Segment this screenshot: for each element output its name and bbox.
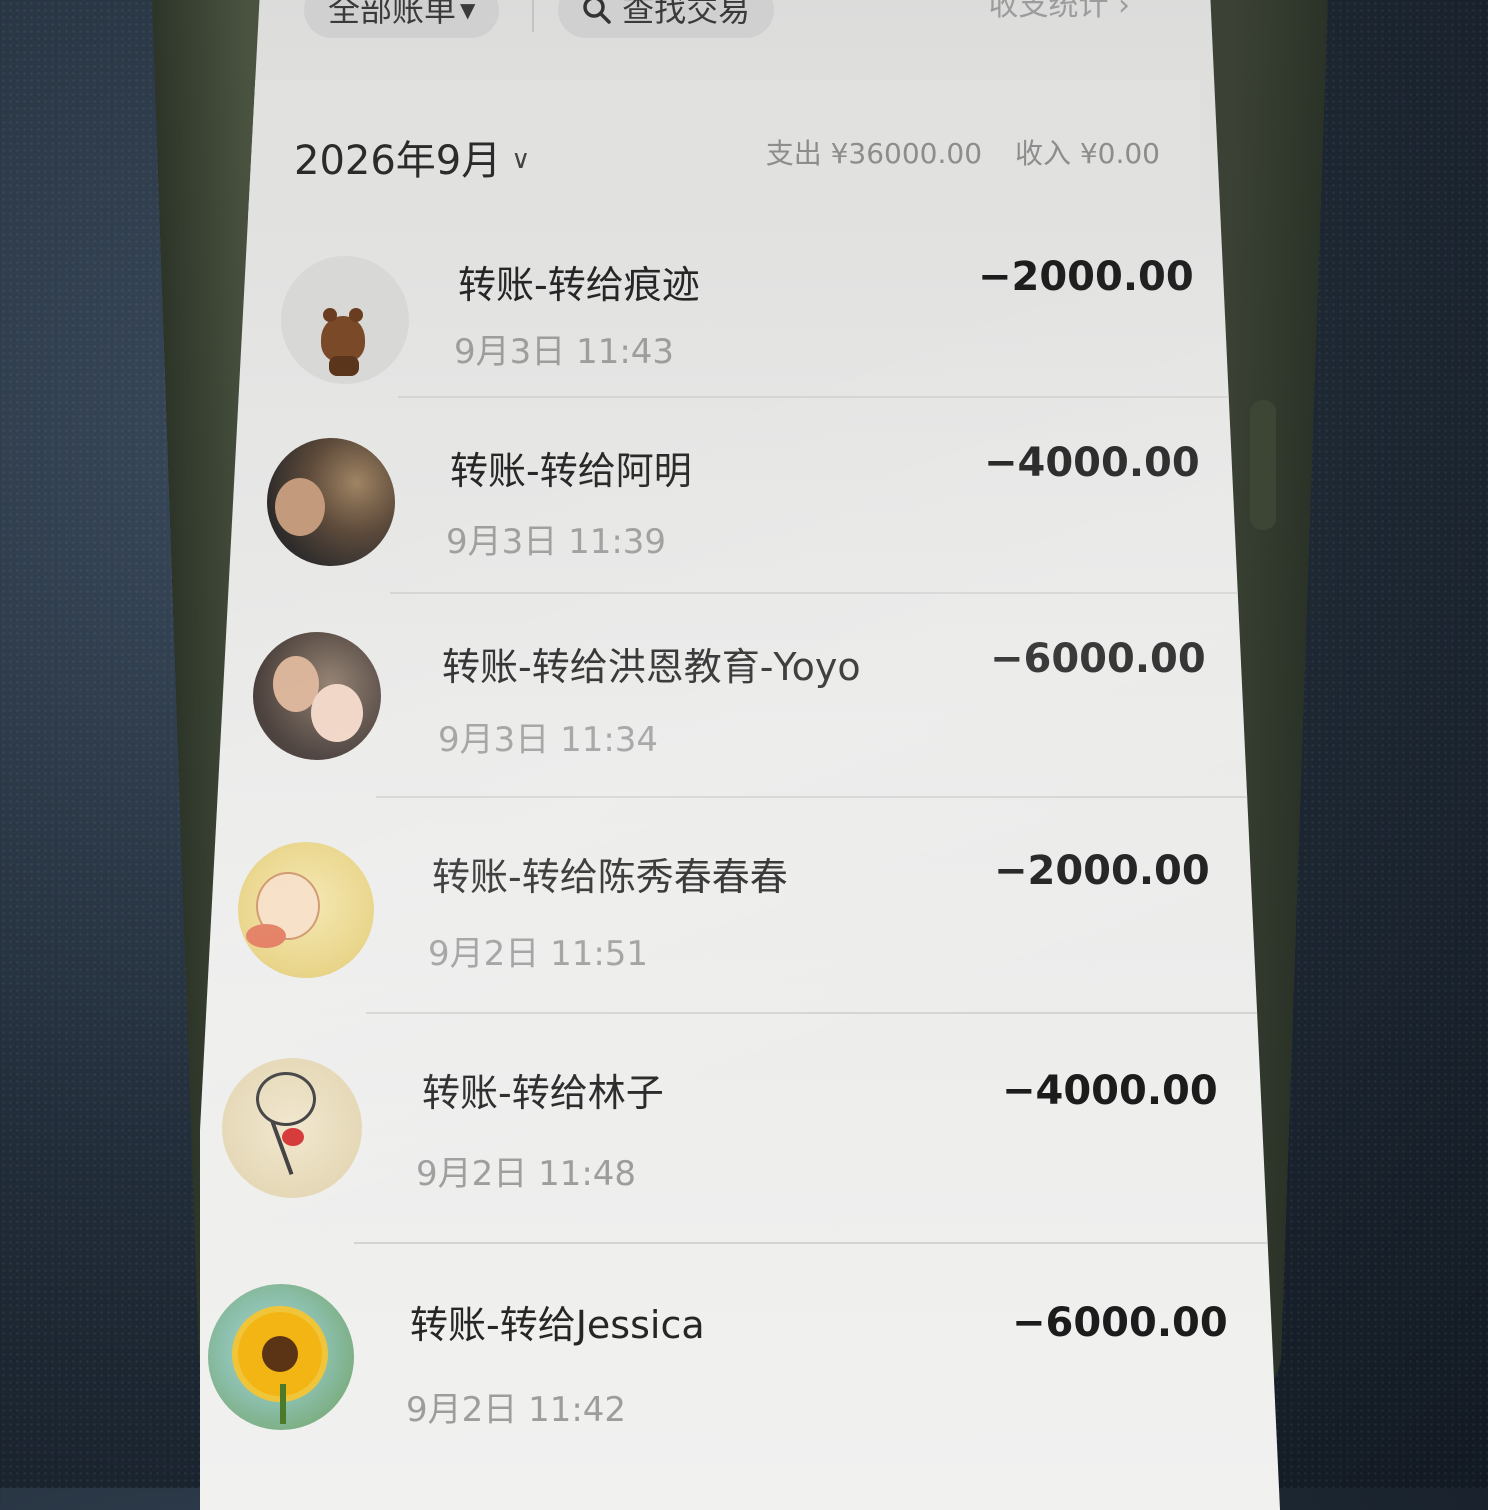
- transaction-amount: −4000.00: [1002, 1068, 1218, 1114]
- sketch-avatar: [222, 1058, 362, 1198]
- transaction-row[interactable]: 转账-转给陈秀春春春 9月2日 11:51 −2000.00: [210, 798, 1280, 1014]
- search-icon: [582, 0, 622, 29]
- top-bar: 全部账单 ▼ 查找交易 收支统计 ›: [300, 0, 1180, 50]
- transaction-time: 9月3日 11:39: [446, 522, 667, 562]
- transaction-time: 9月3日 11:34: [438, 720, 659, 760]
- transaction-amount: −4000.00: [984, 440, 1200, 486]
- transaction-row[interactable]: 转账-转给Jessica 9月2日 11:42 −6000.00: [200, 1244, 1280, 1484]
- month-income-total: 收入 ¥0.00: [1014, 137, 1160, 170]
- sunflower-avatar: [208, 1284, 354, 1430]
- month-label: 2026年9月: [294, 138, 502, 184]
- stats-label: 收支统计: [988, 0, 1109, 23]
- month-header: 2026年9月 ∨ 支出 ¥36000.00 收入 ¥0.00: [240, 80, 1200, 218]
- transaction-title: 转账-转给洪恩教育-Yoyo: [442, 645, 861, 689]
- transaction-row[interactable]: 转账-转给林子 9月2日 11:48 −4000.00: [200, 1014, 1280, 1244]
- transaction-amount: −2000.00: [994, 848, 1210, 894]
- transaction-amount: −2000.00: [978, 254, 1194, 300]
- all-bills-filter-button[interactable]: 全部账单 ▼: [304, 0, 500, 38]
- divider: [532, 0, 534, 32]
- transaction-time: 9月2日 11:51: [428, 934, 649, 974]
- all-bills-label: 全部账单: [328, 0, 457, 29]
- chevron-down-icon: ∨: [511, 145, 531, 175]
- phone-side-button: [1250, 400, 1276, 530]
- man-avatar: [267, 438, 395, 566]
- search-label: 查找交易: [622, 0, 751, 29]
- dropdown-caret-icon: ▼: [460, 0, 476, 22]
- search-transactions-button[interactable]: 查找交易: [558, 0, 775, 38]
- cartoon-avatar: [238, 842, 374, 978]
- transaction-title: 转账-转给陈秀春春春: [432, 855, 788, 899]
- transaction-title: 转账-转给阿明: [450, 449, 692, 493]
- month-selector[interactable]: 2026年9月 ∨: [294, 128, 530, 186]
- transaction-time: 9月2日 11:48: [416, 1154, 637, 1194]
- transaction-time: 9月2日 11:42: [406, 1390, 627, 1430]
- transaction-title: 转账-转给林子: [422, 1071, 664, 1115]
- income-expense-stats-link[interactable]: 收支统计 ›: [988, 0, 1130, 24]
- bear-avatar: [281, 256, 409, 384]
- transaction-amount: −6000.00: [1012, 1300, 1228, 1346]
- transaction-title: 转账-转给Jessica: [410, 1303, 705, 1347]
- transaction-row[interactable]: 转账-转给洪恩教育-Yoyo 9月3日 11:34 −6000.00: [220, 594, 1280, 798]
- mother-child-avatar: [253, 632, 381, 760]
- month-expense-total: 支出 ¥36000.00: [765, 137, 983, 170]
- month-summary: 支出 ¥36000.00 收入 ¥0.00: [742, 132, 1160, 172]
- transaction-title: 转账-转给痕迹: [458, 263, 700, 307]
- transaction-row[interactable]: 转账-转给阿明 9月3日 11:39 −4000.00: [230, 398, 1280, 594]
- transaction-amount: −6000.00: [990, 636, 1206, 682]
- phone-screen: 全部账单 ▼ 查找交易 收支统计 › 2026年9月 ∨ 支出 ¥36000.00 …: [200, 0, 1280, 1510]
- transaction-row[interactable]: 转账-转给痕迹 9月3日 11:43 −2000.00: [240, 218, 1280, 398]
- transaction-time: 9月3日 11:43: [454, 332, 675, 372]
- chevron-right-icon: ›: [1108, 0, 1130, 23]
